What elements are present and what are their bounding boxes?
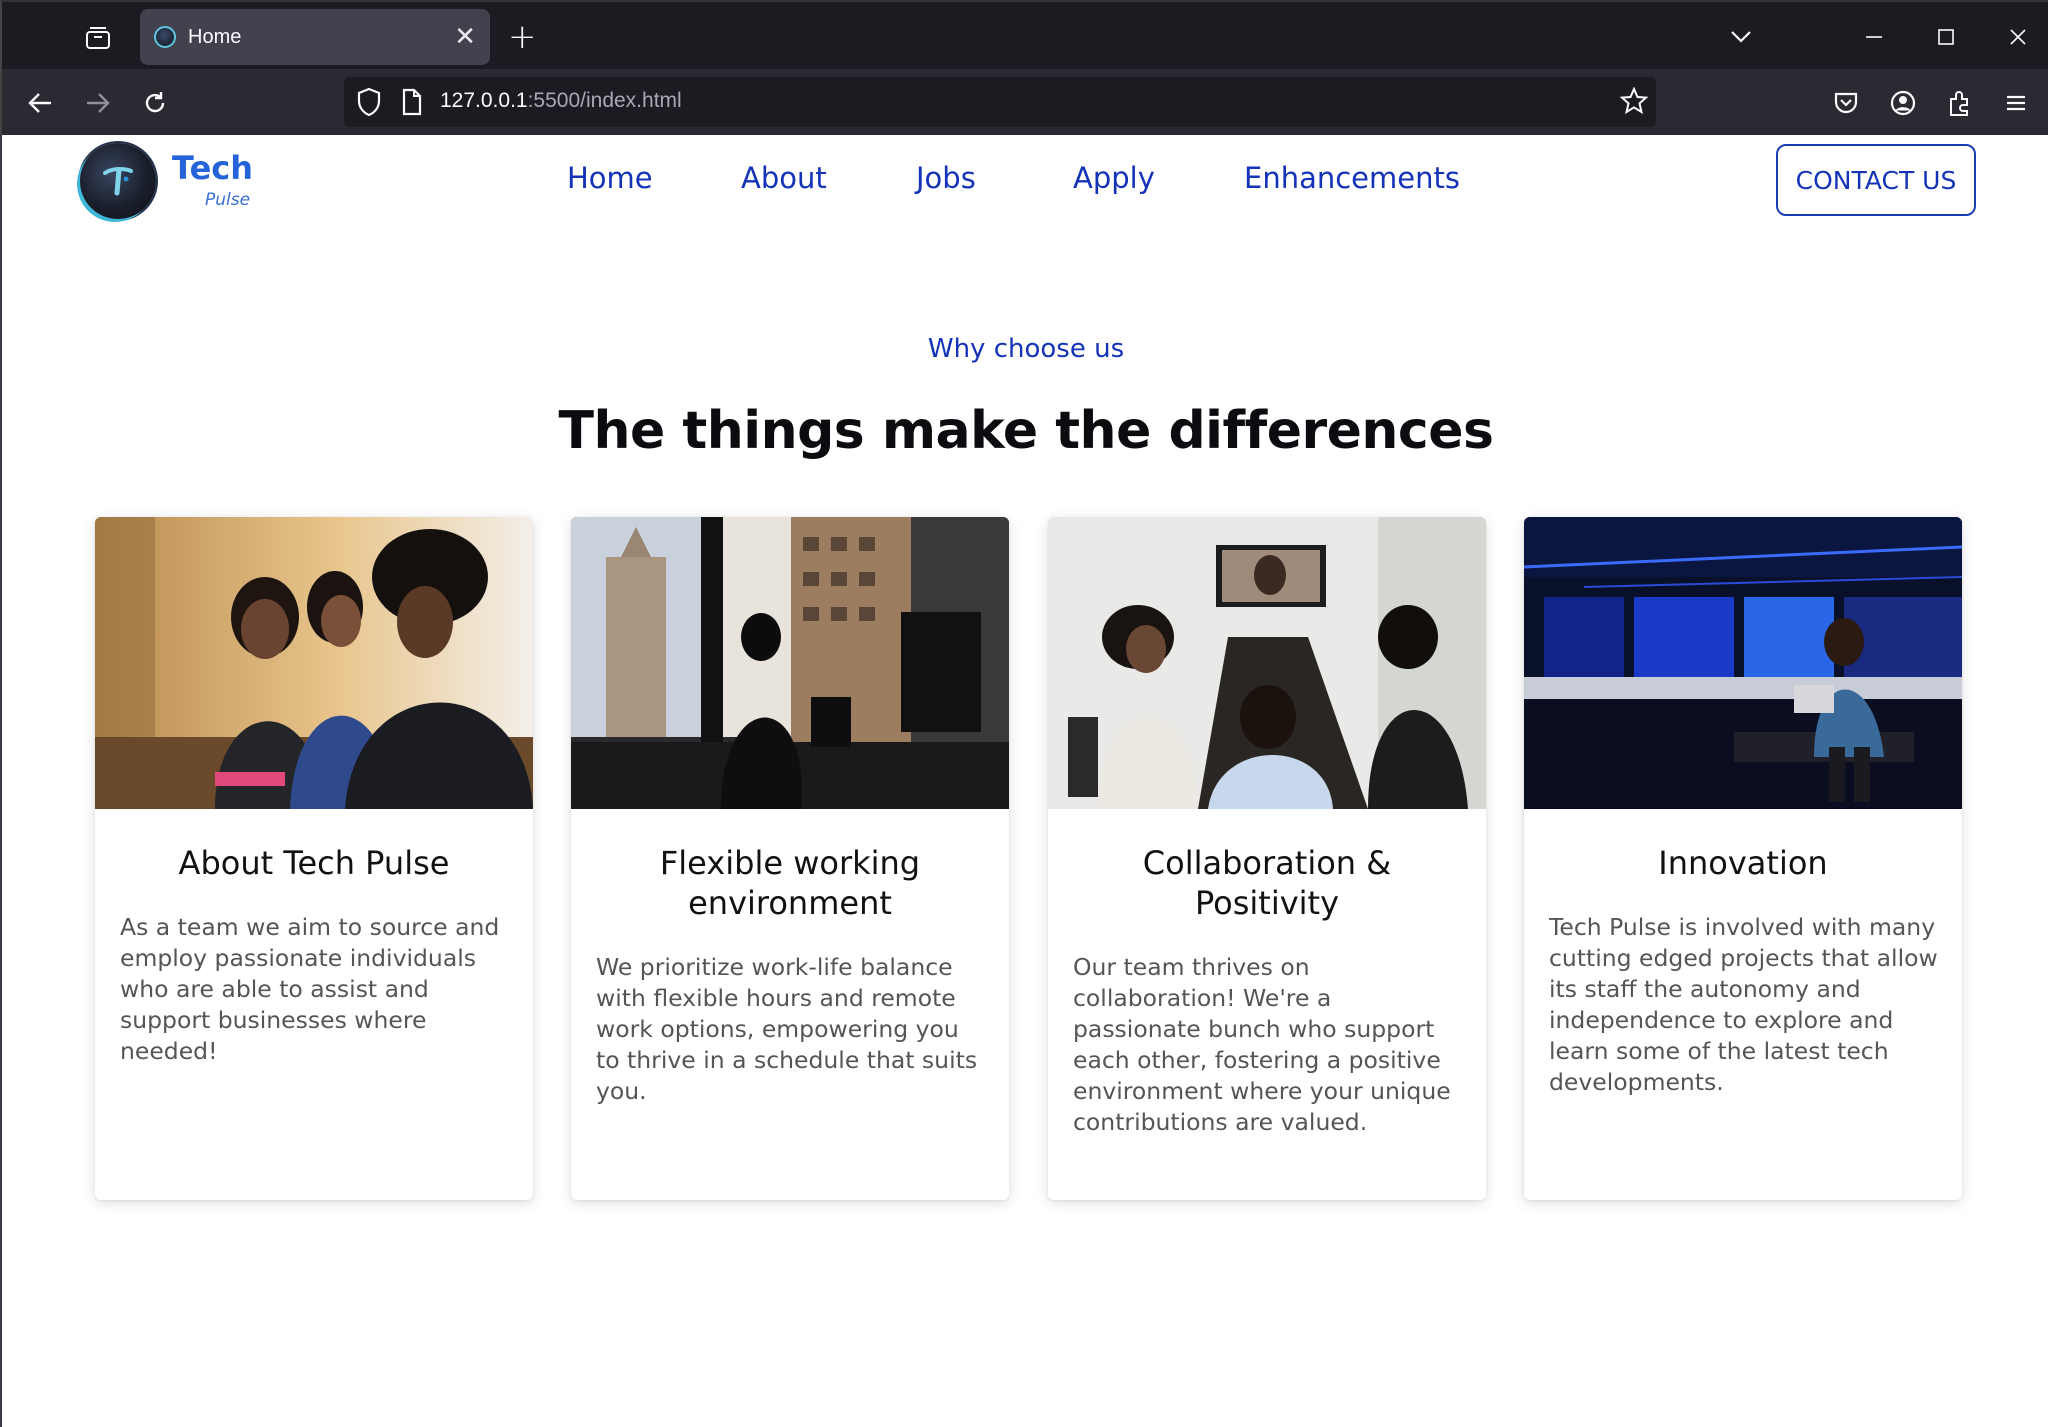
page-icon <box>401 88 425 116</box>
card-title: Innovation <box>1658 844 1828 882</box>
tab-home[interactable]: Home ✕ <box>140 9 490 65</box>
logo-tagline: Pulse <box>205 190 251 210</box>
site-favicon-icon <box>154 26 176 48</box>
shield-icon[interactable] <box>356 87 386 117</box>
account-icon[interactable] <box>1883 83 1923 123</box>
close-icon[interactable]: ✕ <box>454 24 476 50</box>
url-host: 127.0.0.1 <box>440 89 528 112</box>
window-close-icon[interactable] <box>1988 16 2048 58</box>
card-title: Collaboration & Positivity <box>1142 844 1392 922</box>
nav-link-jobs[interactable]: Jobs <box>916 161 976 195</box>
reload-icon[interactable] <box>135 83 175 123</box>
nav-link-enhancements[interactable]: Enhancements <box>1244 161 1460 195</box>
card-text: As a team we aim to source and employ pa… <box>120 913 500 1065</box>
tech-lab-photo <box>1524 517 1962 809</box>
office-window-photo <box>571 517 1009 809</box>
section-eyebrow: Why choose us <box>927 334 1125 364</box>
pocket-icon[interactable] <box>1826 83 1866 123</box>
logo-name[interactable]: Tech <box>172 149 253 187</box>
bookmark-star-icon[interactable] <box>1619 86 1650 117</box>
forward-arrow-icon[interactable] <box>78 83 118 123</box>
video-conference-photo <box>1048 517 1486 809</box>
extensions-icon[interactable] <box>1940 83 1980 123</box>
contact-us-button[interactable]: CONTACT US <box>1776 144 1976 216</box>
nav-link-apply[interactable]: Apply <box>1073 161 1155 195</box>
team-meeting-photo <box>95 517 533 809</box>
nav-link-about[interactable]: About <box>741 161 827 195</box>
browser-tabstrip: Home ✕ + <box>0 0 2048 69</box>
card-title: About Tech Pulse <box>178 844 450 882</box>
chevron-down-icon[interactable] <box>1724 20 1758 54</box>
feature-card-collaboration: Collaboration & Positivity Our team thri… <box>1048 517 1486 1200</box>
feature-card-about: About Tech Pulse As a team we aim to sou… <box>95 517 533 1200</box>
new-tab-plus-icon[interactable]: + <box>508 16 537 58</box>
section-headline: The things make the differences <box>558 401 1494 461</box>
card-title: Flexible working environment <box>659 844 921 922</box>
card-text: Tech Pulse is involved with many cutting… <box>1549 913 1938 1096</box>
feature-card-innovation: Innovation Tech Pulse is involved with m… <box>1524 517 1962 1200</box>
card-text: We prioritize work-life balance with fle… <box>596 953 978 1105</box>
tab-overview-icon[interactable] <box>78 22 118 54</box>
url-text[interactable]: 127.0.0.1:5500/index.html <box>440 89 682 113</box>
address-bar[interactable]: 127.0.0.1:5500/index.html <box>344 77 1656 127</box>
site-logo[interactable] <box>80 143 156 219</box>
feature-card-flexible: Flexible working environment We prioriti… <box>571 517 1009 1200</box>
logo-t-icon <box>103 166 133 196</box>
browser-toolbar: 127.0.0.1:5500/index.html <box>0 69 2048 135</box>
minimize-icon[interactable] <box>1844 16 1904 58</box>
maximize-icon[interactable] <box>1916 16 1976 58</box>
card-text: Our team thrives on collaboration! We're… <box>1073 953 1451 1136</box>
nav-link-home[interactable]: Home <box>567 161 653 195</box>
url-path: :5500/index.html <box>527 89 682 112</box>
tab-title: Home <box>188 25 242 48</box>
back-arrow-icon[interactable] <box>20 83 60 123</box>
menu-icon[interactable] <box>1996 83 2036 123</box>
web-page: Tech Pulse Home About Jobs Apply Enhance… <box>0 135 2048 1427</box>
